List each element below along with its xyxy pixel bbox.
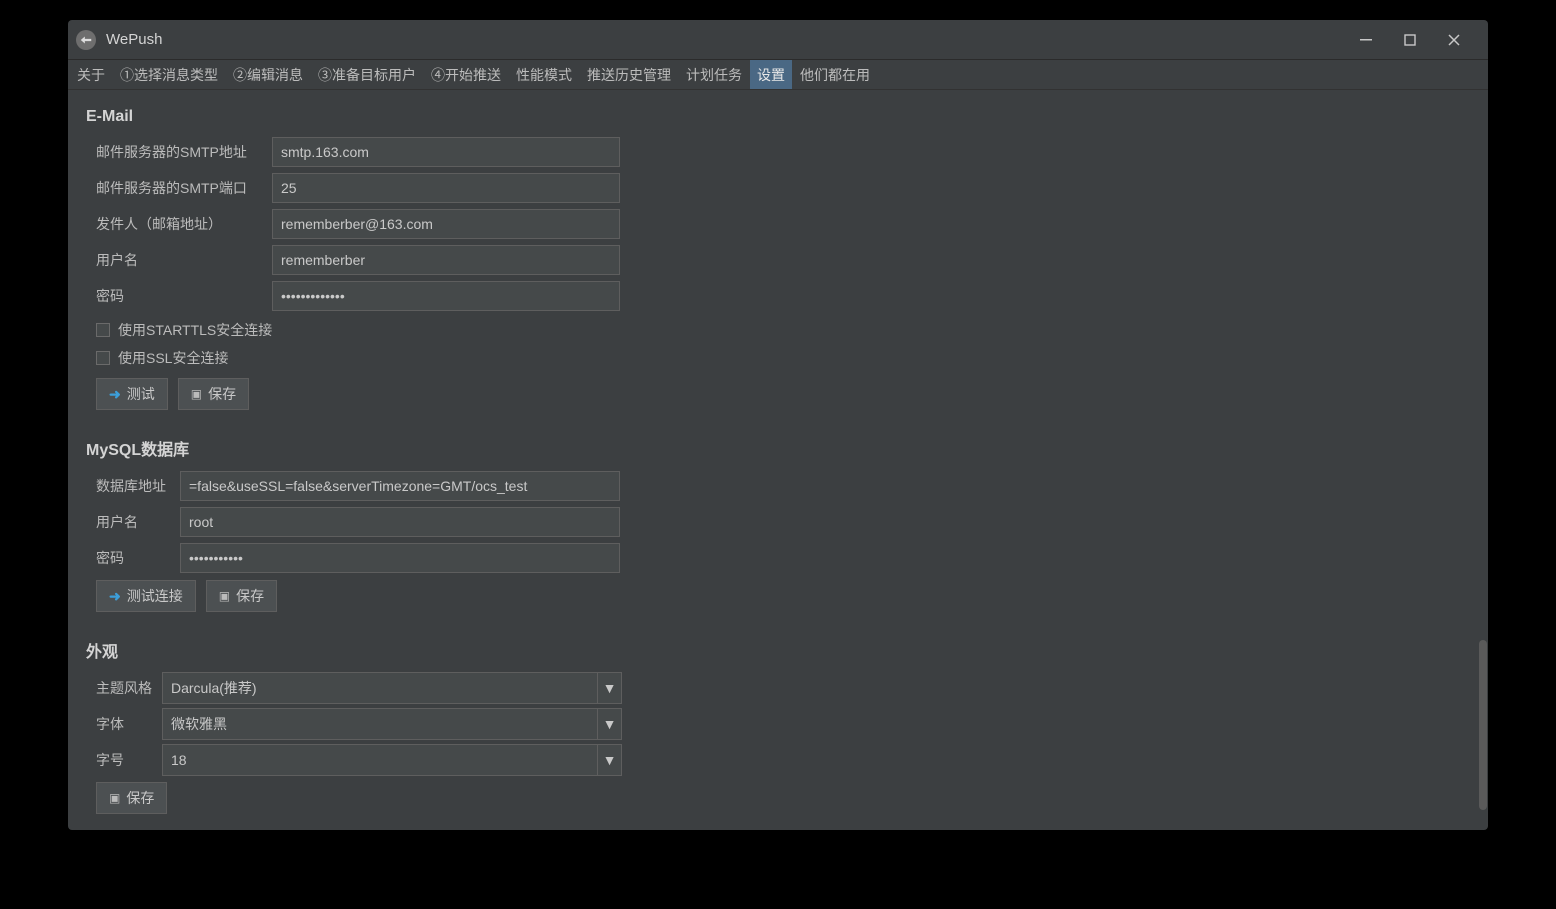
save-icon: ▣ [191, 387, 202, 401]
db-user-input[interactable] [180, 507, 620, 537]
tab-perf-mode[interactable]: 性能模式 [509, 60, 579, 89]
smtp-addr-input[interactable] [272, 137, 620, 167]
db-user-label: 用户名 [86, 512, 180, 532]
theme-select-value: Darcula(推荐) [171, 678, 257, 698]
fontsize-select-value: 18 [171, 752, 187, 768]
tab-schedule[interactable]: 计划任务 [679, 60, 749, 89]
theme-select[interactable]: Darcula(推荐) ▼ [162, 672, 622, 704]
tab-prepare-targets[interactable]: ③准备目标用户 [311, 60, 423, 89]
font-label: 字体 [86, 714, 162, 734]
sender-input[interactable] [272, 209, 620, 239]
starttls-checkbox[interactable] [96, 323, 110, 337]
save-icon: ▣ [219, 589, 230, 603]
app-icon [76, 30, 96, 50]
tab-edit-msg[interactable]: ②编辑消息 [226, 60, 310, 89]
save-icon: ▣ [109, 791, 120, 805]
db-save-button[interactable]: ▣ 保存 [206, 580, 277, 612]
tab-about[interactable]: 关于 [70, 60, 112, 89]
app-title: WePush [106, 31, 162, 48]
email-save-button[interactable]: ▣ 保存 [178, 378, 249, 410]
app-window: WePush 关于 ①选择消息类型 ②编辑消息 ③准备目标用户 ④开始推送 性能… [68, 20, 1488, 830]
arrow-right-icon: ➜ [109, 386, 121, 403]
vertical-scrollbar[interactable] [1477, 90, 1487, 830]
db-addr-label: 数据库地址 [86, 476, 180, 496]
email-test-button-label: 测试 [127, 384, 155, 404]
theme-label: 主题风格 [86, 678, 162, 698]
arrow-right-icon: ➜ [109, 588, 121, 605]
db-save-button-label: 保存 [236, 586, 264, 606]
db-addr-input[interactable] [180, 471, 620, 501]
tab-select-msg-type[interactable]: ①选择消息类型 [113, 60, 225, 89]
db-pass-label: 密码 [86, 548, 180, 568]
email-user-label: 用户名 [86, 250, 272, 270]
email-user-input[interactable] [272, 245, 620, 275]
font-select-value: 微软雅黑 [171, 714, 227, 734]
tab-settings[interactable]: 设置 [750, 60, 792, 89]
db-test-button[interactable]: ➜ 测试连接 [96, 580, 196, 612]
email-pass-input[interactable] [272, 281, 620, 311]
db-test-button-label: 测试连接 [127, 586, 183, 606]
caret-down-icon: ▼ [597, 709, 621, 739]
ssl-label: 使用SSL安全连接 [118, 348, 228, 368]
email-pass-label: 密码 [86, 286, 272, 306]
font-select[interactable]: 微软雅黑 ▼ [162, 708, 622, 740]
close-button[interactable] [1446, 32, 1462, 48]
smtp-port-label: 邮件服务器的SMTP端口 [86, 178, 272, 198]
appearance-save-button-label: 保存 [126, 788, 154, 808]
settings-panel: E-Mail 邮件服务器的SMTP地址 邮件服务器的SMTP端口 发件人（邮箱地… [68, 90, 1488, 830]
scrollbar-thumb[interactable] [1479, 640, 1487, 810]
tab-start-push[interactable]: ④开始推送 [424, 60, 508, 89]
mysql-section-title: MySQL数据库 [86, 436, 1470, 460]
email-section-title: E-Mail [86, 108, 1470, 126]
titlebar: WePush [68, 20, 1488, 60]
fontsize-select[interactable]: 18 ▼ [162, 744, 622, 776]
minimize-button[interactable] [1358, 32, 1374, 48]
tab-who-uses[interactable]: 他们都在用 [793, 60, 877, 89]
fontsize-label: 字号 [86, 750, 162, 770]
caret-down-icon: ▼ [597, 745, 621, 775]
maximize-button[interactable] [1402, 32, 1418, 48]
starttls-label: 使用STARTTLS安全连接 [118, 320, 272, 340]
appearance-save-button[interactable]: ▣ 保存 [96, 782, 167, 814]
sender-label: 发件人（邮箱地址） [86, 214, 272, 234]
smtp-port-input[interactable] [272, 173, 620, 203]
caret-down-icon: ▼ [597, 673, 621, 703]
tab-bar: 关于 ①选择消息类型 ②编辑消息 ③准备目标用户 ④开始推送 性能模式 推送历史… [68, 60, 1488, 90]
email-save-button-label: 保存 [208, 384, 236, 404]
appearance-section-title: 外观 [86, 638, 1470, 662]
db-pass-input[interactable] [180, 543, 620, 573]
smtp-addr-label: 邮件服务器的SMTP地址 [86, 142, 272, 162]
email-test-button[interactable]: ➜ 测试 [96, 378, 168, 410]
ssl-checkbox[interactable] [96, 351, 110, 365]
tab-push-history[interactable]: 推送历史管理 [580, 60, 678, 89]
